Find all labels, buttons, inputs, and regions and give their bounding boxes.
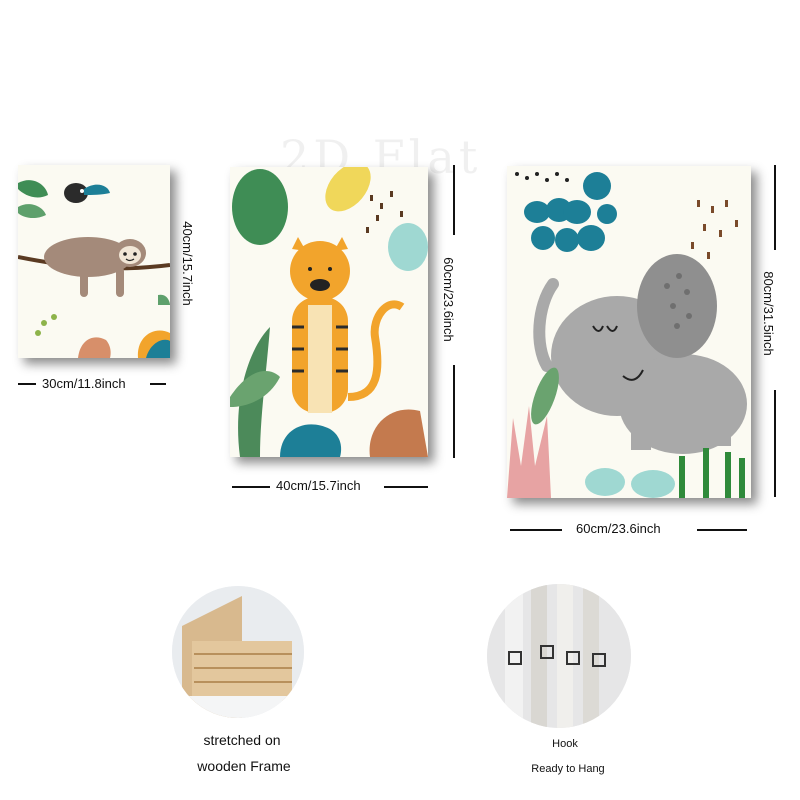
tiger-illustration [230,167,428,457]
hook-photo [487,584,631,728]
sloth-height-label: 40cm/15.7inch [179,221,195,306]
tiger-width-line-left [232,486,270,488]
elephant-height-label: 80cm/31.5inch [760,271,776,356]
sloth-width-label: 30cm/11.8inch [42,376,126,391]
wooden-frame-photo [172,586,304,718]
sloth-canvas-print [18,165,170,358]
sloth-width-line-left [18,383,36,385]
elephant-height-line-bottom [774,390,776,497]
sloth-illustration [18,180,170,358]
tiger-height-line-bottom [453,365,455,458]
tiger-canvas-print [230,167,428,457]
tiger-height-line-top [453,165,455,235]
hook-caption-line2: Ready to Hang [531,763,605,775]
elephant-canvas-print [507,166,751,498]
tiger-width-label: 40cm/15.7inch [276,478,361,493]
elephant-height-line-top [774,165,776,250]
tiger-height-label: 60cm/23.6inch [440,257,456,342]
sloth-width-line-right [150,383,166,385]
tiger-width-line-right [384,486,428,488]
frame-caption-line1: stretched on [203,732,281,748]
elephant-width-line-right [697,529,747,531]
elephant-width-line-left [510,529,562,531]
frame-caption-line2: wooden Frame [197,758,291,774]
hook-caption-line1: Hook [552,738,578,750]
elephant-width-label: 60cm/23.6inch [576,521,661,536]
elephant-illustration [507,172,747,498]
